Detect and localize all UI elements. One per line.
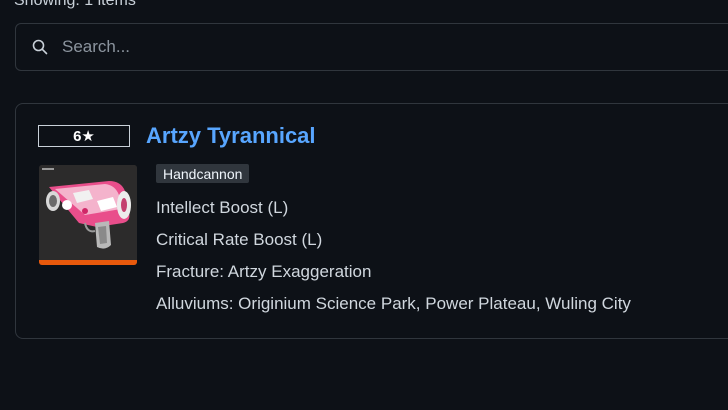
item-card[interactable]: 6★ Artzy Tyrannical Handcannon Intellect… <box>15 103 728 339</box>
stat-line-2: Critical Rate Boost (L) <box>156 230 323 249</box>
rarity-color-bar <box>39 260 137 265</box>
handcannon-image-icon <box>39 165 137 265</box>
search-input[interactable] <box>62 37 662 57</box>
stat-line-1: Intellect Boost (L) <box>156 198 289 217</box>
item-name-link[interactable]: Artzy Tyrannical <box>146 123 316 149</box>
showing-count: Showing: 1 items <box>14 0 136 9</box>
rarity-badge: 6★ <box>38 125 130 147</box>
search-box[interactable] <box>15 23 728 71</box>
search-icon <box>32 39 48 55</box>
weapon-thumbnail <box>39 165 137 265</box>
stat-line-3: Fracture: Artzy Exaggeration <box>156 262 372 281</box>
weapon-type-badge: Handcannon <box>156 164 250 183</box>
stat-line-4: Alluviums: Originium Science Park, Power… <box>156 294 631 313</box>
